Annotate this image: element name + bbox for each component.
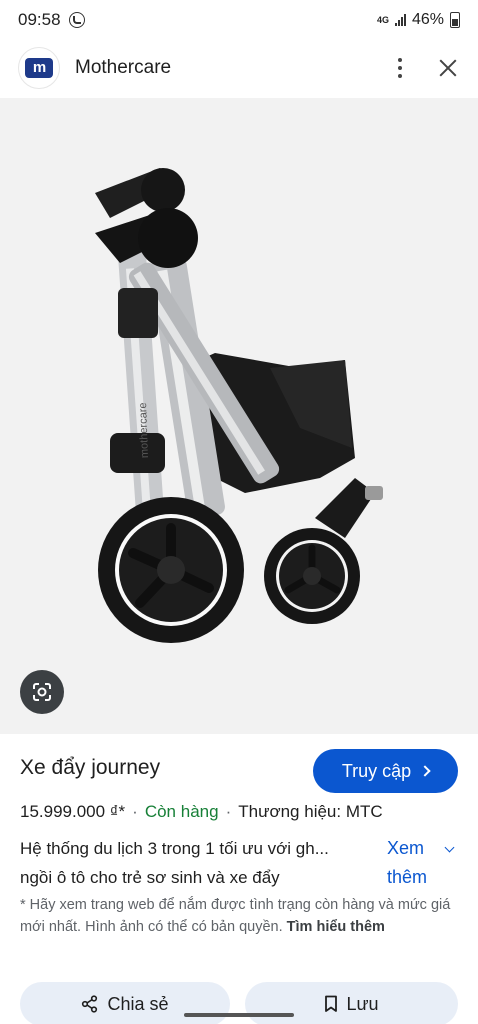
- learn-more-link[interactable]: Tìm hiểu thêm: [287, 919, 385, 935]
- header-actions: [388, 56, 460, 80]
- battery-percent: 46%: [411, 11, 444, 28]
- stock-status: Còn hàng: [144, 802, 219, 821]
- visit-label: Truy cập: [341, 760, 412, 781]
- share-label: Chia sẻ: [107, 993, 169, 1014]
- status-time: 09:58: [18, 10, 61, 29]
- battery-icon: [450, 12, 460, 28]
- share-icon: [82, 995, 98, 1013]
- status-bar: 09:58 4G 46%: [0, 0, 478, 40]
- brand-print: mothercare: [137, 402, 151, 458]
- share-button[interactable]: Chia sẻ: [20, 982, 230, 1024]
- logo-mark: m: [25, 58, 53, 78]
- lens-button[interactable]: [20, 670, 64, 714]
- lens-icon: [33, 683, 51, 701]
- separator-dot: ·: [132, 802, 138, 821]
- home-indicator[interactable]: [184, 1013, 294, 1017]
- site-logo[interactable]: m: [18, 47, 60, 89]
- product-image[interactable]: mothercare: [0, 98, 478, 734]
- description-line-2: ngồi ô tô cho trẻ sơ sinh và xe đẩy: [20, 868, 280, 887]
- status-left: 09:58: [18, 10, 85, 30]
- close-icon[interactable]: [436, 56, 460, 80]
- see-more-line-2: thêm: [387, 867, 428, 887]
- see-more-link[interactable]: Xem thêm: [387, 834, 427, 892]
- site-name[interactable]: Mothercare: [75, 57, 171, 79]
- description-line-1: Hệ thống du lịch 3 trong 1 tối ưu với gh…: [20, 839, 329, 858]
- disclaimer: * Hãy xem trang web để nắm được tình trạ…: [20, 894, 465, 938]
- call-icon: [68, 12, 85, 28]
- save-label: Lưu: [346, 993, 379, 1014]
- signal-icon: [394, 14, 406, 26]
- chevron-right-icon: [419, 765, 431, 777]
- product-brand: Thương hiệu: MTC: [238, 802, 383, 821]
- product-title: Xe đẩy journey: [20, 756, 161, 779]
- see-more-line-1: Xem: [387, 838, 425, 858]
- bookmark-icon: [325, 995, 338, 1012]
- visit-button[interactable]: Truy cập: [313, 749, 458, 793]
- separator-dot: ·: [225, 802, 232, 821]
- result-header: m Mothercare: [0, 40, 478, 96]
- network-label: 4G: [376, 14, 389, 25]
- folded-stroller-illustration: mothercare: [95, 168, 383, 643]
- more-vert-icon[interactable]: [388, 56, 412, 80]
- product-description: Hệ thống du lịch 3 trong 1 tối ưu với gh…: [20, 834, 380, 892]
- product-meta: 15.999.000 ₫* · Còn hàng · Thương hiệu: …: [20, 802, 383, 822]
- status-right: 4G 46%: [377, 11, 460, 29]
- disclaimer-text: * Hãy xem trang web để nắm được tình trạ…: [20, 897, 451, 935]
- chevron-down-icon[interactable]: [444, 842, 455, 853]
- save-button[interactable]: Lưu: [245, 982, 458, 1024]
- product-price: 15.999.000 ₫*: [20, 802, 126, 821]
